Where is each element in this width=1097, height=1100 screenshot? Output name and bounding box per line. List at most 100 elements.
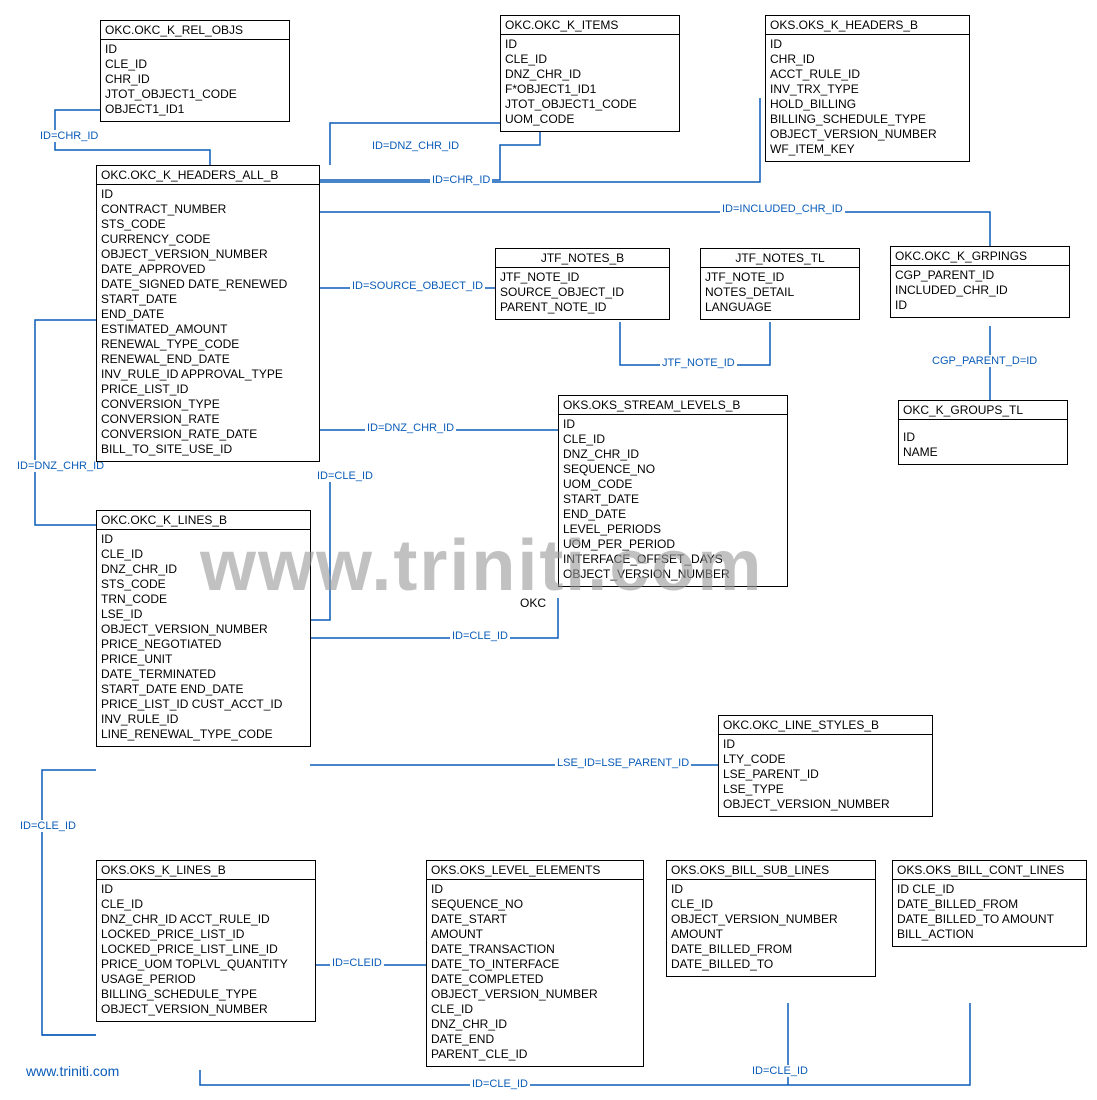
entity-field: DATE_COMPLETED — [431, 972, 639, 987]
entity-field: RENEWAL_TYPE_CODE — [101, 337, 315, 352]
entity-oks-k-headers-b: OKS.OKS_K_HEADERS_B IDCHR_IDACCT_RULE_ID… — [765, 15, 970, 162]
entity-fields: IDLTY_CODELSE_PARENT_IDLSE_TYPEOBJECT_VE… — [719, 735, 932, 816]
entity-field: ID — [101, 187, 315, 202]
entity-field: SOURCE_OBJECT_ID — [500, 285, 665, 300]
entity-field: PRICE_LIST_ID — [101, 382, 315, 397]
entity-field: JTF_NOTE_ID — [705, 270, 855, 285]
entity-field: PRICE_LIST_ID CUST_ACCT_ID — [101, 697, 306, 712]
entity-field: DATE_TO_INTERFACE — [431, 957, 639, 972]
entity-okc-line-styles-b: OKC.OKC_LINE_STYLES_B IDLTY_CODELSE_PARE… — [718, 715, 933, 817]
entity-field: CLE_ID — [671, 897, 871, 912]
entity-title: OKS.OKS_K_LINES_B — [97, 861, 315, 880]
entity-field: OBJECT_VERSION_NUMBER — [101, 622, 306, 637]
entity-field: ID — [770, 37, 965, 52]
entity-field: NOTES_DETAIL — [705, 285, 855, 300]
entity-fields: IDCLE_IDCHR_IDJTOT_OBJECT1_CODEOBJECT1_I… — [101, 40, 289, 121]
entity-field: TRN_CODE — [101, 592, 306, 607]
entity-oks-k-lines-b: OKS.OKS_K_LINES_B IDCLE_IDDNZ_CHR_ID ACC… — [96, 860, 316, 1022]
entity-field: LSE_ID — [101, 607, 306, 622]
entity-field: CHR_ID — [105, 72, 285, 87]
entity-field: UOM_CODE — [505, 112, 675, 127]
entity-fields: IDCLE_IDDNZ_CHR_IDF*OBJECT1_ID1JTOT_OBJE… — [501, 35, 679, 131]
entity-field: OBJECT_VERSION_NUMBER — [101, 1002, 311, 1017]
entity-title: OKC.OKC_K_REL_OBJS — [101, 21, 289, 40]
rel-label: ID=CLEID — [330, 957, 384, 969]
entity-oks-bill-cont-lines: OKS.OKS_BILL_CONT_LINES ID CLE_IDDATE_BI… — [892, 860, 1087, 947]
rel-label: ID=DNZ_CHR_ID — [15, 460, 106, 472]
entity-fields: ID CLE_IDDATE_BILLED_FROMDATE_BILLED_TO … — [893, 880, 1086, 946]
entity-field: LANGUAGE — [705, 300, 855, 315]
entity-fields: IDNAME — [899, 420, 1067, 464]
rel-label: LSE_ID=LSE_PARENT_ID — [555, 757, 691, 769]
entity-field: CONVERSION_RATE_DATE — [101, 427, 315, 442]
entity-field: DATE_BILLED_FROM — [671, 942, 871, 957]
entity-field: ID — [105, 42, 285, 57]
entity-field: CONVERSION_RATE — [101, 412, 315, 427]
entity-field: LSE_TYPE — [723, 782, 928, 797]
entity-field: ID — [101, 532, 306, 547]
entity-okc-k-groups-tl: OKC_K_GROUPS_TL IDNAME — [898, 400, 1068, 465]
entity-field: AMOUNT — [431, 927, 639, 942]
entity-field: INV_TRX_TYPE — [770, 82, 965, 97]
entity-field: CLE_ID — [505, 52, 675, 67]
entity-fields: JTF_NOTE_IDNOTES_DETAILLANGUAGE — [701, 268, 859, 319]
entity-field: DATE_TRANSACTION — [431, 942, 639, 957]
entity-field: ACCT_RULE_ID — [770, 67, 965, 82]
entity-field: CURRENCY_CODE — [101, 232, 315, 247]
rel-label: ID=CLE_ID — [315, 470, 375, 482]
entity-field: DNZ_CHR_ID — [101, 562, 306, 577]
entity-field: AMOUNT — [671, 927, 871, 942]
entity-field: END_DATE — [101, 307, 315, 322]
entity-field: OBJECT_VERSION_NUMBER — [101, 247, 315, 262]
entity-field: BILL_ACTION — [897, 927, 1082, 942]
entity-field: END_DATE — [563, 507, 783, 522]
rel-label: CGP_PARENT_D=ID — [930, 355, 1039, 367]
entity-field: DATE_BILLED_TO — [671, 957, 871, 972]
entity-field: UOM_PER_PERIOD — [563, 537, 783, 552]
entity-field: USAGE_PERIOD — [101, 972, 311, 987]
entity-field: STS_CODE — [101, 217, 315, 232]
entity-field: CLE_ID — [105, 57, 285, 72]
entity-field: OBJECT1_ID1 — [105, 102, 285, 117]
entity-okc-k-items: OKC.OKC_K_ITEMS IDCLE_IDDNZ_CHR_IDF*OBJE… — [500, 15, 680, 132]
entity-field: DATE_APPROVED — [101, 262, 315, 277]
entity-field: LINE_RENEWAL_TYPE_CODE — [101, 727, 306, 742]
entity-field: LOCKED_PRICE_LIST_LINE_ID — [101, 942, 311, 957]
entity-jtf-notes-tl: JTF_NOTES_TL JTF_NOTE_IDNOTES_DETAILLANG… — [700, 248, 860, 320]
rel-label: ID=DNZ_CHR_ID — [365, 422, 456, 434]
entity-field: PRICE_UNIT — [101, 652, 306, 667]
entity-title: OKS.OKS_BILL_CONT_LINES — [893, 861, 1086, 880]
entity-title: JTF_NOTES_B — [496, 249, 669, 268]
entity-fields: IDCONTRACT_NUMBERSTS_CODECURRENCY_CODEOB… — [97, 185, 319, 461]
entity-field: JTF_NOTE_ID — [500, 270, 665, 285]
rel-label: ID=CLE_ID — [450, 630, 510, 642]
entity-field: INV_RULE_ID APPROVAL_TYPE — [101, 367, 315, 382]
entity-fields: IDCLE_IDDNZ_CHR_IDSEQUENCE_NOUOM_CODESTA… — [559, 415, 787, 586]
entity-field: WF_ITEM_KEY — [770, 142, 965, 157]
entity-field: OBJECT_VERSION_NUMBER — [671, 912, 871, 927]
rel-label: ID=CHR_ID — [38, 130, 100, 142]
entity-oks-level-elements: OKS.OKS_LEVEL_ELEMENTS IDSEQUENCE_NODATE… — [426, 860, 644, 1067]
entity-field: DATE_BILLED_FROM — [897, 897, 1082, 912]
entity-field: START_DATE — [101, 292, 315, 307]
footer-link[interactable]: www.triniti.com — [26, 1063, 119, 1079]
entity-title: OKC.OKC_K_ITEMS — [501, 16, 679, 35]
entity-field: LSE_PARENT_ID — [723, 767, 928, 782]
rel-label: ID=DNZ_CHR_ID — [370, 140, 461, 152]
entity-field: LEVEL_PERIODS — [563, 522, 783, 537]
entity-field: ID — [101, 882, 311, 897]
entity-field: STS_CODE — [101, 577, 306, 592]
entity-field: JTOT_OBJECT1_CODE — [105, 87, 285, 102]
entity-field: CGP_PARENT_ID — [895, 268, 1065, 283]
rel-label: ID=INCLUDED_CHR_ID — [720, 203, 845, 215]
entity-field: DNZ_CHR_ID — [505, 67, 675, 82]
entity-title: JTF_NOTES_TL — [701, 249, 859, 268]
entity-title: OKS.OKS_STREAM_LEVELS_B — [559, 396, 787, 415]
entity-fields: IDCLE_IDDNZ_CHR_IDSTS_CODETRN_CODELSE_ID… — [97, 530, 310, 746]
rel-label: ID=CLE_ID — [750, 1065, 810, 1077]
entity-field: JTOT_OBJECT1_CODE — [505, 97, 675, 112]
entity-field: CLE_ID — [101, 547, 306, 562]
entity-field: PARENT_CLE_ID — [431, 1047, 639, 1062]
entity-field: DNZ_CHR_ID — [431, 1017, 639, 1032]
entity-field: START_DATE END_DATE — [101, 682, 306, 697]
